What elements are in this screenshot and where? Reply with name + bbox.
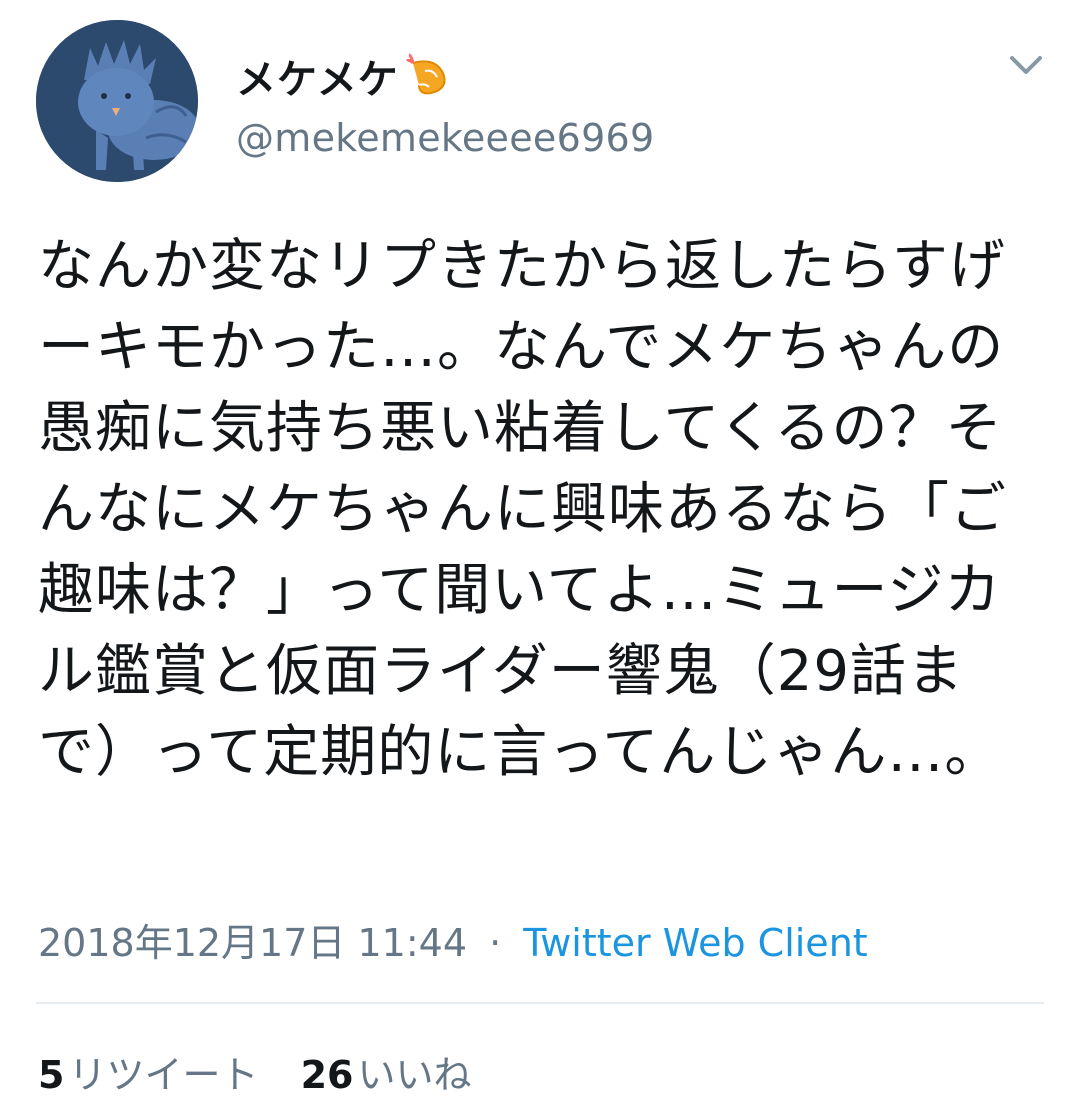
likes-label: いいね — [357, 1053, 472, 1097]
display-name-row: メケメケ — [236, 46, 655, 106]
retweets-count: 5 — [38, 1053, 65, 1097]
retweets-label: リツイート — [68, 1053, 259, 1097]
chevron-down-icon[interactable] — [1006, 50, 1046, 80]
avatar-illustration — [36, 20, 198, 182]
tweet-text: なんか変なリプきたから返したらすげーキモかった…。なんでメケちゃんの愚痴に気持ち… — [38, 234, 1007, 785]
meta-separator: · — [489, 921, 502, 965]
avatar[interactable] — [36, 20, 198, 182]
shrimp-icon — [405, 53, 451, 99]
tweet-card: メケメケ @mekemekeeee6969 なんか変なリプきたから返したらすげー… — [0, 0, 1080, 1120]
tweet-meta: 2018年12月17日 11:44 · Twitter Web Client — [38, 912, 868, 967]
display-name[interactable]: メケメケ — [236, 47, 399, 105]
author-block[interactable]: メケメケ @mekemekeeee6969 — [236, 46, 655, 160]
divider — [36, 1002, 1044, 1004]
timestamp[interactable]: 2018年12月17日 11:44 — [38, 921, 467, 965]
tweet-stats: 5 リツイート 26 いいね — [38, 1044, 501, 1099]
source-link[interactable]: Twitter Web Client — [523, 921, 867, 965]
likes-stat[interactable]: 26 いいね — [301, 1053, 472, 1097]
user-handle[interactable]: @mekemekeeee6969 — [236, 116, 655, 160]
retweets-stat[interactable]: 5 リツイート — [38, 1053, 258, 1097]
likes-count: 26 — [300, 1053, 354, 1097]
